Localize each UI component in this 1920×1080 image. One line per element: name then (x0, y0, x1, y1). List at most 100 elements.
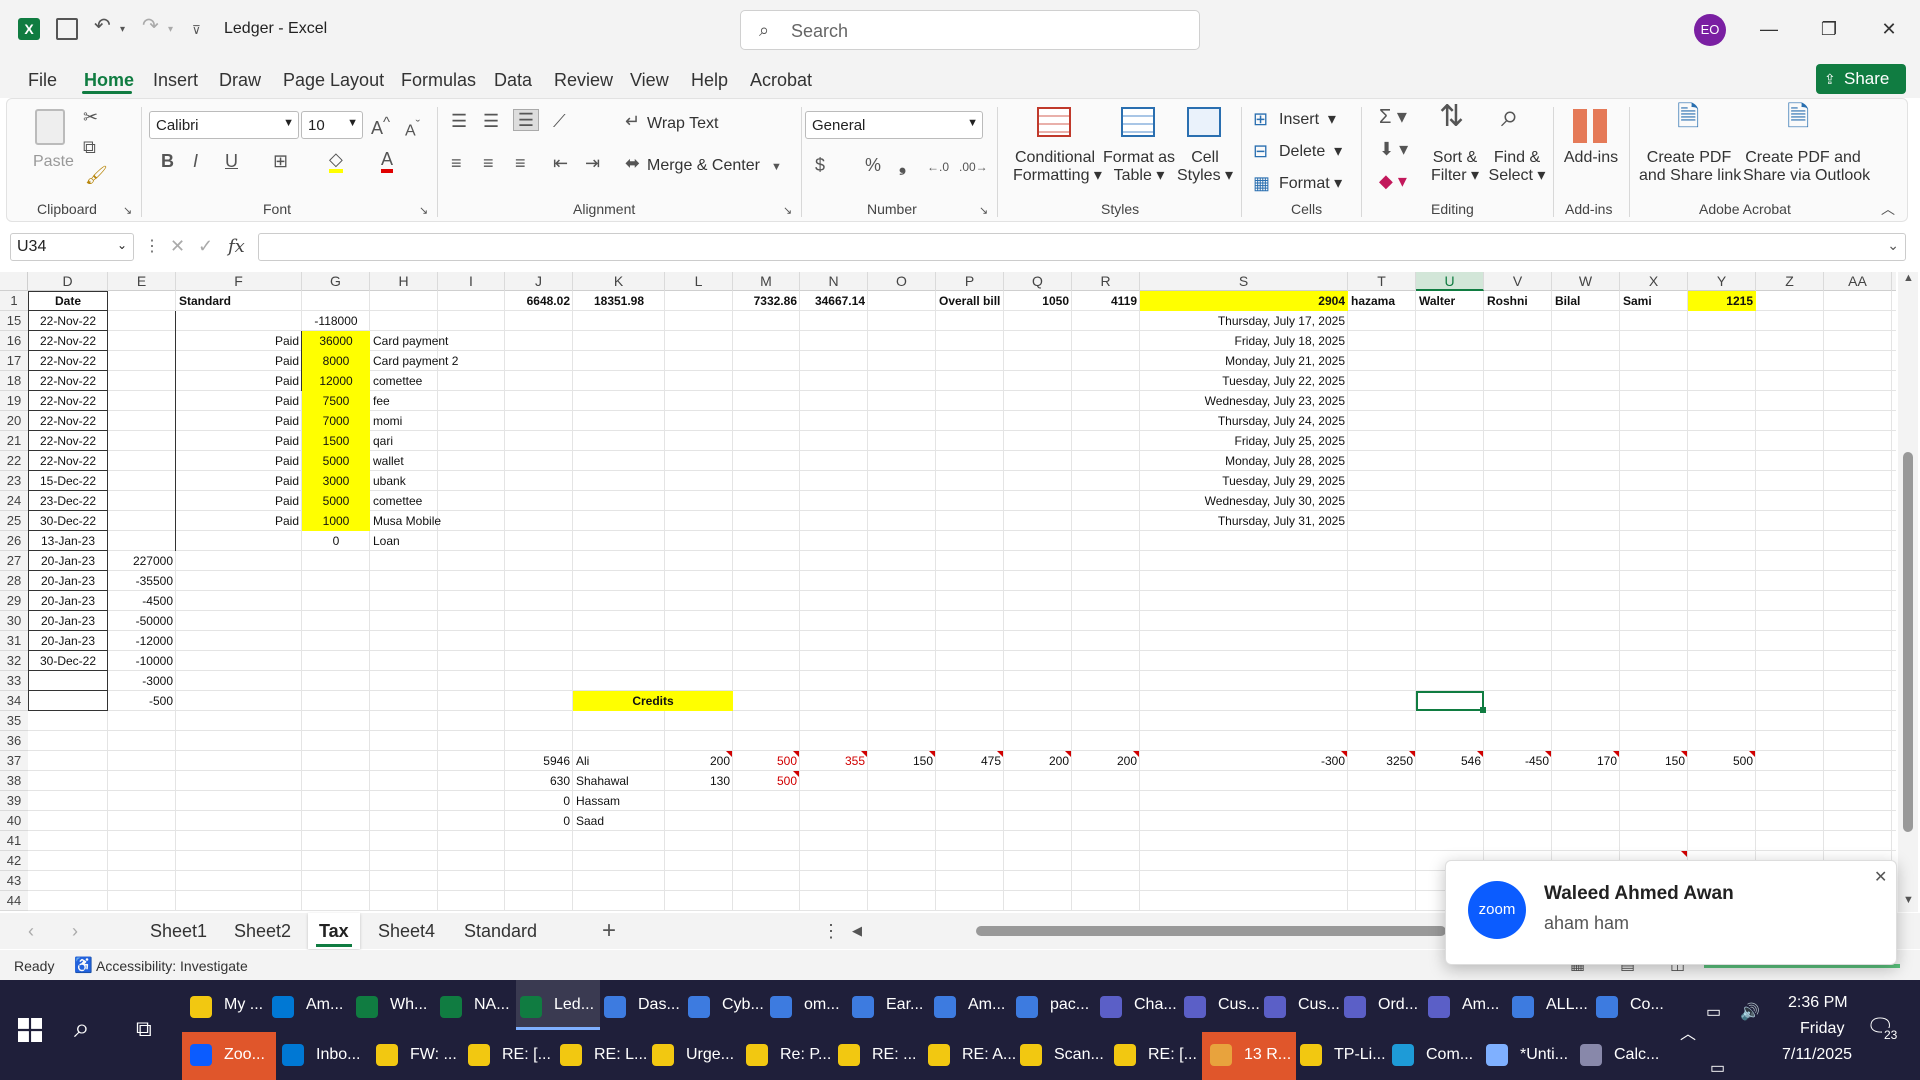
taskbar-window-button[interactable]: Das... (638, 996, 680, 1014)
paste-icon[interactable] (35, 109, 65, 145)
credit-name-cell[interactable]: Shahawal (573, 771, 665, 791)
column-header-k[interactable]: K (573, 272, 665, 291)
taskbar-app-icon[interactable] (190, 996, 212, 1018)
fill-color-icon[interactable]: ◇ (329, 149, 343, 173)
taskbar-window-button[interactable]: Com... (1426, 1046, 1473, 1064)
taskbar-window-button[interactable]: ALL... (1546, 996, 1588, 1014)
amount-cell[interactable]: -4500 (108, 591, 176, 611)
taskbar-window-button[interactable]: Cus... (1298, 996, 1340, 1014)
row-header-38[interactable]: 38 (0, 771, 28, 791)
align-center-icon[interactable]: ≡ (483, 153, 494, 173)
find-select-button[interactable]: Find & Select ▾ (1485, 149, 1549, 185)
amount-cell[interactable]: 5000 (302, 491, 370, 511)
taskbar-app-icon[interactable] (1428, 996, 1450, 1018)
amount-cell[interactable]: -10000 (108, 651, 176, 671)
credit-name-cell[interactable]: Hassam (573, 791, 665, 811)
amount-cell[interactable]: 12000 (302, 371, 370, 391)
taskbar-app-icon[interactable] (1100, 996, 1122, 1018)
credit-value-cell[interactable]: 0 (505, 791, 573, 811)
tab-data[interactable]: Data (494, 70, 532, 91)
credit-value-cell[interactable]: 130 (665, 771, 733, 791)
tab-help[interactable]: Help (691, 70, 728, 91)
status-cell[interactable]: Paid (176, 391, 302, 411)
taskbar-window-button[interactable]: Cyb... (722, 996, 764, 1014)
expand-formula-icon[interactable]: ⌄ (1887, 237, 1899, 254)
description-cell[interactable]: wallet (370, 451, 438, 471)
column-header-m[interactable]: M (733, 272, 800, 291)
date-header-border[interactable] (28, 291, 108, 311)
credit-value-cell[interactable]: 546 (1416, 751, 1484, 771)
description-cell[interactable]: momi (370, 411, 438, 431)
row-header-28[interactable]: 28 (0, 571, 28, 591)
bottom-align-icon[interactable]: ☰ (513, 109, 539, 131)
cell-styles-button[interactable]: Cell Styles ▾ (1177, 149, 1233, 185)
column-header-v[interactable]: V (1484, 272, 1552, 291)
wrap-text-button[interactable]: Wrap Text (647, 115, 718, 133)
header-cell-u[interactable]: Walter (1416, 291, 1484, 311)
insert-function-icon[interactable]: fx (228, 236, 245, 257)
select-all-corner[interactable] (0, 272, 28, 291)
search-box[interactable]: ⌕ Search (740, 10, 1200, 50)
date-cell[interactable]: 22-Nov-22 (28, 351, 108, 371)
date-cell[interactable]: 20-Jan-23 (28, 591, 108, 611)
taskbar-window-button[interactable]: TP-Li... (1334, 1046, 1386, 1064)
credit-value-cell[interactable]: 170 (1552, 751, 1620, 771)
credit-value-cell[interactable]: -300 (1140, 751, 1348, 771)
row-header-31[interactable]: 31 (0, 631, 28, 651)
tab-page-layout[interactable]: Page Layout (283, 70, 384, 91)
description-cell[interactable]: ubank (370, 471, 438, 491)
prev-sheet-icon[interactable]: ‹ (28, 921, 34, 942)
credit-value-cell[interactable]: 150 (1620, 751, 1688, 771)
percent-icon[interactable]: % (865, 155, 881, 175)
date-cell[interactable]: 13-Jan-23 (28, 531, 108, 551)
taskbar-app-icon[interactable] (770, 996, 792, 1018)
schedule-date-cell[interactable]: Monday, July 28, 2025 (1140, 451, 1348, 471)
cut-icon[interactable]: ✂ (83, 107, 98, 127)
date-cell[interactable]: 22-Nov-22 (28, 331, 108, 351)
amount-cell[interactable]: 227000 (108, 551, 176, 571)
column-header-e[interactable]: E (108, 272, 176, 291)
sheet-tab-sheet4[interactable]: Sheet4 (378, 921, 435, 942)
insert-cells-button[interactable]: Insert ▾ (1279, 111, 1336, 129)
column-header-s[interactable]: S (1140, 272, 1348, 291)
column-header-i[interactable]: I (438, 272, 505, 291)
header-cell-y[interactable]: 1215 (1688, 291, 1756, 311)
task-view-icon[interactable]: ⧉ (136, 1016, 152, 1042)
row-header-18[interactable]: 18 (0, 371, 28, 391)
row-header-16[interactable]: 16 (0, 331, 28, 351)
underline-icon[interactable]: U (225, 151, 238, 171)
taskbar-window-button[interactable]: RE: [... (1148, 1046, 1197, 1064)
taskbar-window-button[interactable]: 13 R... (1244, 1046, 1291, 1064)
taskbar-app-icon[interactable] (852, 996, 874, 1018)
font-name-select[interactable]: Calibri ▼ (149, 111, 299, 139)
credit-value-cell[interactable]: 500 (733, 751, 800, 771)
format-painter-icon[interactable]: 🖌 (85, 165, 108, 185)
row-header-44[interactable]: 44 (0, 891, 28, 911)
taskbar-window-button[interactable]: Zoo... (224, 1046, 265, 1064)
column-header-x[interactable]: X (1620, 272, 1688, 291)
taskbar-window-button[interactable]: pac... (1050, 996, 1089, 1014)
taskbar-app-icon[interactable] (652, 1044, 674, 1066)
borders-icon[interactable]: ⊞ (273, 151, 288, 171)
credit-value-cell[interactable]: 475 (936, 751, 1004, 771)
column-header-l[interactable]: L (665, 272, 733, 291)
credit-value-cell[interactable]: 500 (1688, 751, 1756, 771)
taskbar-window-button[interactable]: Urge... (686, 1046, 734, 1064)
taskbar-app-icon[interactable] (1512, 996, 1534, 1018)
column-header-r[interactable]: R (1072, 272, 1140, 291)
taskbar-app-icon[interactable] (190, 1044, 212, 1066)
date-cell[interactable]: 20-Jan-23 (28, 551, 108, 571)
row-header-32[interactable]: 32 (0, 651, 28, 671)
network-icon[interactable]: ▭ (1710, 1058, 1725, 1078)
taskbar-app-icon[interactable] (520, 996, 542, 1018)
clock-time[interactable]: 2:36 PM (1788, 994, 1848, 1012)
show-hidden-icons[interactable]: ︿ (1680, 1020, 1696, 1044)
amount-cell[interactable]: 36000 (302, 331, 370, 351)
taskbar-window-button[interactable]: FW: ... (410, 1046, 457, 1064)
taskbar-app-icon[interactable] (1020, 1044, 1042, 1066)
vertical-scroll-thumb[interactable] (1903, 452, 1913, 832)
credit-value-cell[interactable]: -450 (1484, 751, 1552, 771)
taskbar-window-button[interactable]: Calc... (1614, 1046, 1659, 1064)
taskbar-app-icon[interactable] (928, 1044, 950, 1066)
increase-decimal-icon[interactable]: ←.0 (927, 157, 949, 177)
